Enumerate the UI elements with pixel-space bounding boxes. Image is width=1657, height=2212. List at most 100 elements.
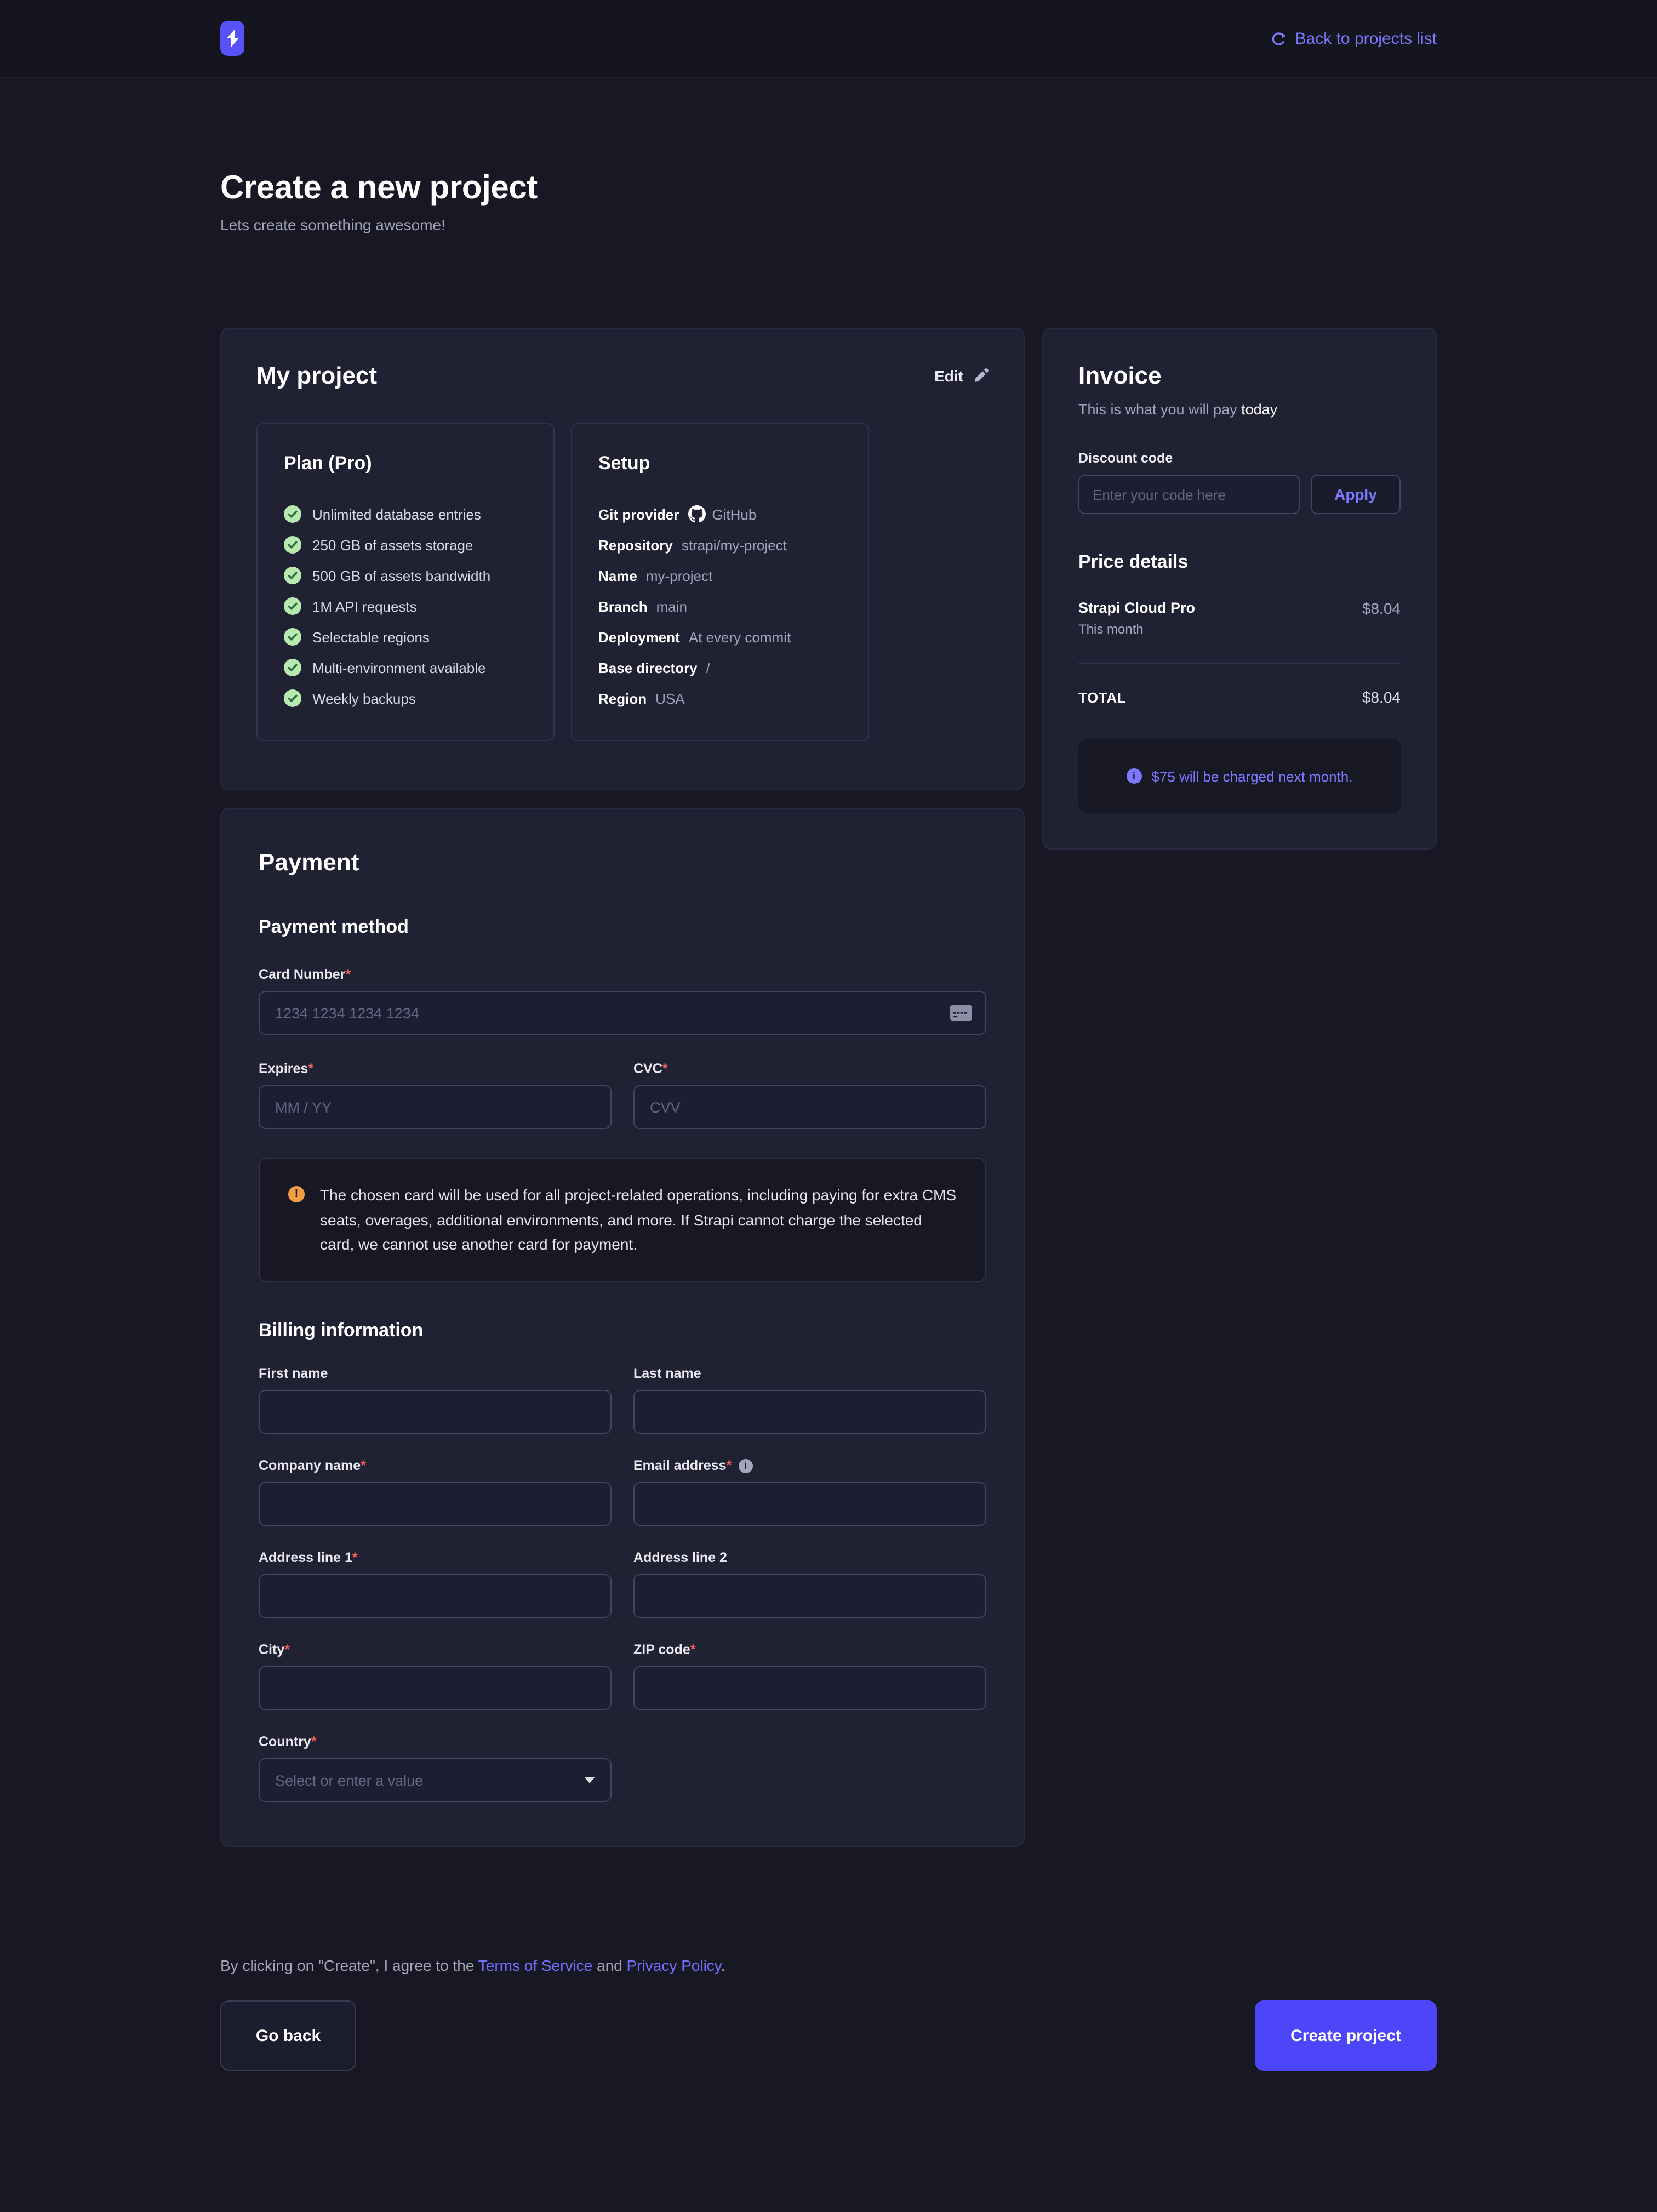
plan-feature: 500 GB of assets bandwidth [284,560,527,591]
required-asterisk: * [284,1642,290,1657]
setup-list: Git provider GitHub Repositorystrapi/my-… [598,499,842,714]
expires-field: Expires* [259,1061,612,1129]
page-subtitle: Lets create something awesome! [220,216,1437,233]
app-root: Back to projects list Create a new proje… [0,0,1657,2212]
edit-project-button[interactable]: Edit [934,367,989,385]
check-circle-icon [284,689,301,707]
address-line-1-input[interactable] [259,1574,612,1618]
total-row: TOTAL $8.04 [1078,688,1401,706]
plan-feature-list: Unlimited database entries 250 GB of ass… [284,499,527,714]
total-label: TOTAL [1078,689,1126,705]
company-name-label: Company name* [259,1458,612,1473]
required-asterisk: * [361,1458,366,1473]
check-circle-icon [284,659,301,676]
back-arrow-icon [1270,30,1287,47]
country-select[interactable]: Select or enter a value [259,1758,612,1802]
line-item-period: This month [1078,622,1195,637]
cvc-label: CVC* [633,1061,986,1076]
line-item-amount: $8.04 [1362,600,1401,617]
address-line-2-field: Address line 2 [633,1550,986,1618]
discount-code-input[interactable] [1078,475,1300,514]
check-circle-icon [284,505,301,523]
chevron-down-icon [584,1777,595,1783]
plan-feature: Multi-environment available [284,652,527,683]
my-project-card: My project Edit Plan (Pro) [220,328,1025,790]
setup-row-name: Namemy-project [598,560,842,591]
required-asterisk: * [662,1061,668,1076]
zip-code-input[interactable] [633,1666,986,1710]
address-line-2-label: Address line 2 [633,1550,986,1565]
last-name-input[interactable] [633,1390,986,1434]
plan-feature: Unlimited database entries [284,499,527,529]
setup-title: Setup [598,453,842,475]
apply-discount-button[interactable]: Apply [1311,475,1401,514]
company-name-field: Company name* [259,1458,612,1526]
address-line-2-input[interactable] [633,1574,986,1618]
info-icon[interactable]: i [738,1458,752,1473]
plan-title: Plan (Pro) [284,453,527,475]
github-icon [688,505,705,523]
credit-card-icon [950,1005,972,1026]
card-number-field: Card Number* [259,967,986,1035]
back-to-projects-link[interactable]: Back to projects list [1270,29,1437,48]
info-icon: i [1126,768,1141,784]
setup-row-git-provider: Git provider GitHub [598,499,842,529]
privacy-policy-link[interactable]: Privacy Policy [627,1957,721,1974]
setup-row-deployment: DeploymentAt every commit [598,622,842,652]
zip-code-label: ZIP code* [633,1642,986,1657]
company-name-input[interactable] [259,1482,612,1526]
go-back-button[interactable]: Go back [220,2000,356,2071]
email-address-input[interactable] [633,1482,986,1526]
first-name-input[interactable] [259,1390,612,1434]
city-label: City* [259,1642,612,1657]
zip-code-field: ZIP code* [633,1642,986,1710]
first-name-field: First name [259,1366,612,1434]
required-asterisk: * [727,1458,732,1473]
payment-card: Payment Payment method Card Number* [220,808,1025,1847]
pencil-icon [973,368,989,384]
plan-feature: 250 GB of assets storage [284,529,527,560]
card-number-input[interactable] [259,991,986,1035]
terms-of-service-link[interactable]: Terms of Service [478,1957,593,1974]
card-number-label: Card Number* [259,967,986,982]
setup-row-region: RegionUSA [598,683,842,714]
discount-code-label: Discount code [1078,451,1401,466]
required-asterisk: * [345,967,351,982]
top-navbar: Back to projects list [0,0,1657,78]
city-input[interactable] [259,1666,612,1710]
country-label: Country* [259,1734,612,1749]
terms-agreement: By clicking on "Create", I agree to the … [220,1957,1437,1974]
line-item-name: Strapi Cloud Pro [1078,600,1195,616]
invoice-title: Invoice [1078,362,1401,390]
create-project-button[interactable]: Create project [1255,2000,1437,2071]
last-name-field: Last name [633,1366,986,1434]
cvc-input[interactable] [633,1085,986,1129]
plan-feature: 1M API requests [284,591,527,622]
next-month-note: i $75 will be charged next month. [1078,739,1401,813]
price-line-item: Strapi Cloud Pro This month $8.04 [1078,600,1401,637]
first-name-label: First name [259,1366,612,1381]
check-circle-icon [284,536,301,554]
plan-panel: Plan (Pro) Unlimited database entries 25… [256,423,555,741]
address-line-1-field: Address line 1* [259,1550,612,1618]
card-usage-notice-text: The chosen card will be used for all pro… [320,1183,957,1257]
check-circle-icon [284,597,301,615]
expires-input[interactable] [259,1085,612,1129]
invoice-divider [1078,663,1401,664]
strapi-cloud-logo[interactable] [220,21,244,56]
country-field: Country* Select or enter a value [259,1734,612,1802]
email-address-label: Email address*i [633,1458,986,1473]
warning-icon: ! [288,1186,305,1202]
payment-method-title: Payment method [259,916,986,938]
plan-feature: Weekly backups [284,683,527,714]
check-circle-icon [284,628,301,646]
cvc-field: CVC* [633,1061,986,1129]
project-card-title: My project [256,362,377,390]
page-title: Create a new project [220,170,1437,207]
billing-information-title: Billing information [259,1320,986,1342]
required-asterisk: * [352,1550,358,1565]
card-usage-notice: ! The chosen card will be used for all p… [259,1158,986,1282]
payment-title: Payment [259,848,986,877]
invoice-subtitle: This is what you will pay today [1078,401,1401,418]
setup-row-base-directory: Base directory/ [598,652,842,683]
